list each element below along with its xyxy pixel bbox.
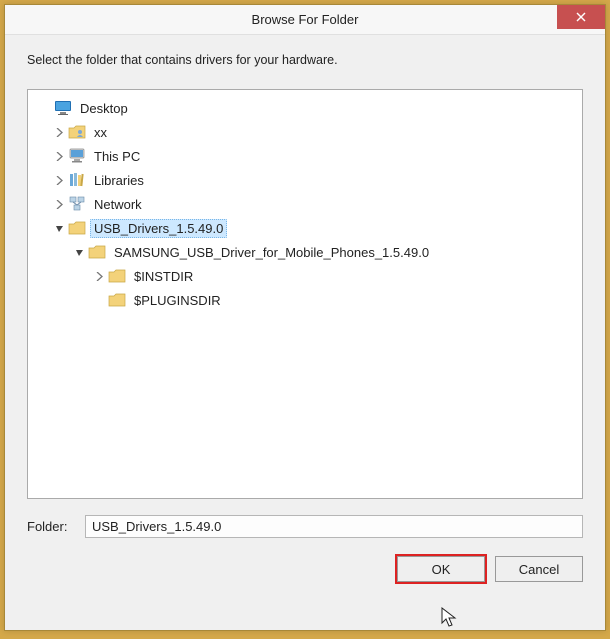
folder-path-row: Folder: [5, 509, 605, 542]
expander-collapsed-icon[interactable] [52, 197, 66, 211]
folder-icon [108, 267, 126, 285]
tree-node-usb-drivers[interactable]: USB_Drivers_1.5.49.0 [28, 216, 582, 240]
expander-collapsed-icon[interactable] [52, 149, 66, 163]
browse-for-folder-dialog: Browse For Folder Select the folder that… [4, 4, 606, 631]
window-title: Browse For Folder [252, 12, 359, 27]
ok-button[interactable]: OK [397, 556, 485, 582]
tree-label: SAMSUNG_USB_Driver_for_Mobile_Phones_1.5… [110, 243, 433, 262]
tree-label: Network [90, 195, 146, 214]
folder-tree[interactable]: Desktop xx This PC [27, 89, 583, 499]
close-icon [576, 12, 586, 22]
tree-node-desktop[interactable]: Desktop [28, 96, 582, 120]
expander-expanded-icon[interactable] [72, 245, 86, 259]
titlebar: Browse For Folder [5, 5, 605, 35]
instruction-text: Select the folder that contains drivers … [5, 35, 605, 67]
folder-icon [108, 291, 126, 309]
folder-field-label: Folder: [27, 519, 85, 534]
tree-node-pluginsdir[interactable]: $PLUGINSDIR [28, 288, 582, 312]
tree-node-libraries[interactable]: Libraries [28, 168, 582, 192]
network-icon [68, 195, 86, 213]
folder-icon [88, 243, 106, 261]
tree-label: Libraries [90, 171, 148, 190]
tree-node-user[interactable]: xx [28, 120, 582, 144]
user-folder-icon [68, 123, 86, 141]
folder-icon [68, 219, 86, 237]
mouse-cursor-icon [441, 607, 457, 629]
tree-label: This PC [90, 147, 144, 166]
button-row: OK Cancel [5, 542, 605, 596]
tree-node-instdir[interactable]: $INSTDIR [28, 264, 582, 288]
expander-collapsed-icon[interactable] [52, 125, 66, 139]
tree-label: $INSTDIR [130, 267, 197, 286]
tree-label: Desktop [76, 99, 132, 118]
computer-icon [68, 147, 86, 165]
cancel-button[interactable]: Cancel [495, 556, 583, 582]
expander-placeholder [38, 101, 52, 115]
tree-label: $PLUGINSDIR [130, 291, 225, 310]
expander-expanded-icon[interactable] [52, 221, 66, 235]
close-button[interactable] [557, 5, 605, 29]
tree-label-selected: USB_Drivers_1.5.49.0 [90, 219, 227, 238]
tree-node-this-pc[interactable]: This PC [28, 144, 582, 168]
tree-node-samsung[interactable]: SAMSUNG_USB_Driver_for_Mobile_Phones_1.5… [28, 240, 582, 264]
libraries-icon [68, 171, 86, 189]
desktop-icon [54, 99, 72, 117]
expander-placeholder [92, 293, 106, 307]
expander-collapsed-icon[interactable] [52, 173, 66, 187]
tree-label: xx [90, 123, 111, 142]
tree-node-network[interactable]: Network [28, 192, 582, 216]
expander-collapsed-icon[interactable] [92, 269, 106, 283]
folder-path-input[interactable] [85, 515, 583, 538]
